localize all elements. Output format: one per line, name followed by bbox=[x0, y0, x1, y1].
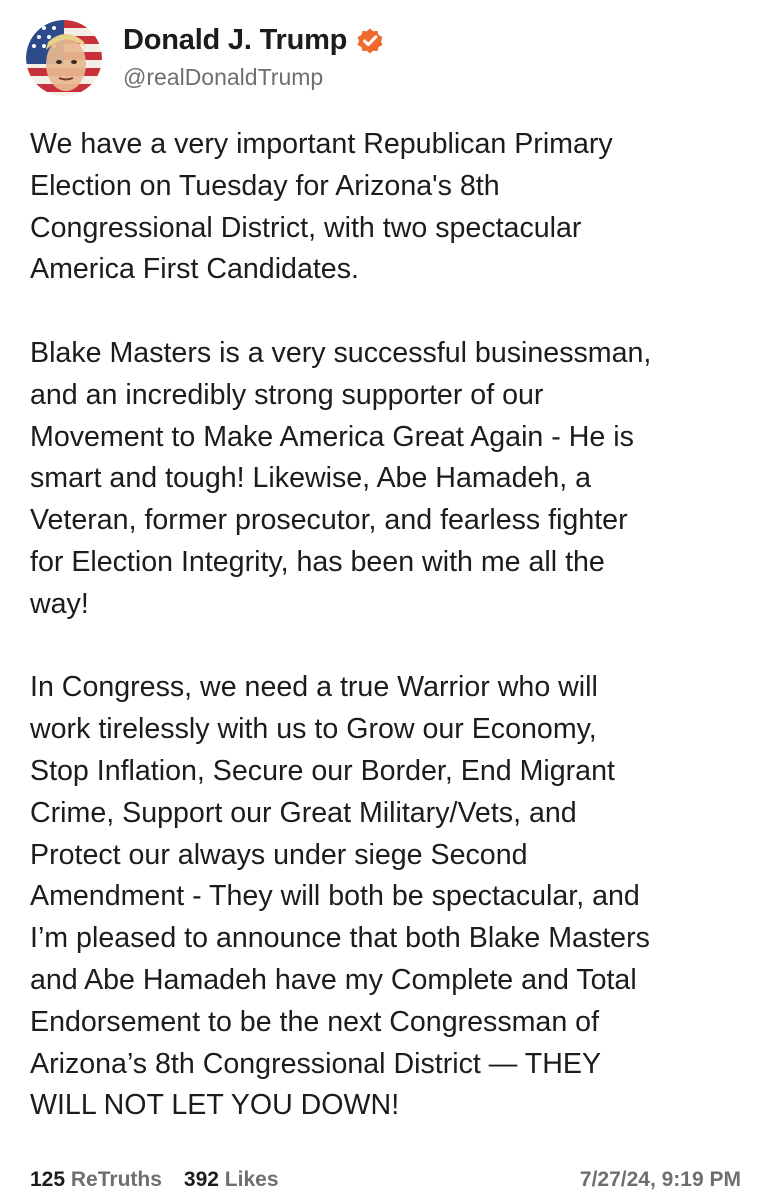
retruths-count[interactable]: 125 ReTruths bbox=[30, 1168, 162, 1192]
likes-count[interactable]: 392 Likes bbox=[184, 1168, 279, 1192]
likes-number: 392 bbox=[183, 1168, 219, 1191]
post-paragraph: In Congress, we need a true Warrior who … bbox=[30, 671, 650, 1122]
author-handle[interactable]: @realDonaldTrump bbox=[123, 64, 323, 91]
likes-label: Likes bbox=[224, 1168, 279, 1191]
avatar[interactable] bbox=[26, 20, 102, 96]
post-timestamp: 7/27/24, 9:19 PM bbox=[579, 1168, 741, 1191]
truth-post: Donald J. Trump @realDonaldTrump We have… bbox=[0, 0, 771, 1200]
post-stats: 125 ReTruths 392 Likes bbox=[30, 1168, 279, 1192]
retruths-number: 125 bbox=[30, 1168, 66, 1191]
post-paragraph: We have a very important Republican Prim… bbox=[30, 128, 613, 286]
avatar-image bbox=[26, 20, 102, 96]
author-display-name[interactable]: Donald J. Trump bbox=[123, 24, 347, 57]
post-footer: 125 ReTruths 392 Likes 7/27/24, 9:19 PM bbox=[30, 1168, 741, 1192]
retruths-label: ReTruths bbox=[70, 1168, 162, 1191]
verified-badge-icon bbox=[355, 26, 385, 56]
author-name-row: Donald J. Trump bbox=[123, 24, 385, 57]
post-paragraph: Blake Masters is a very successful busin… bbox=[30, 336, 652, 620]
post-body: We have a very important Republican Prim… bbox=[30, 124, 755, 1127]
